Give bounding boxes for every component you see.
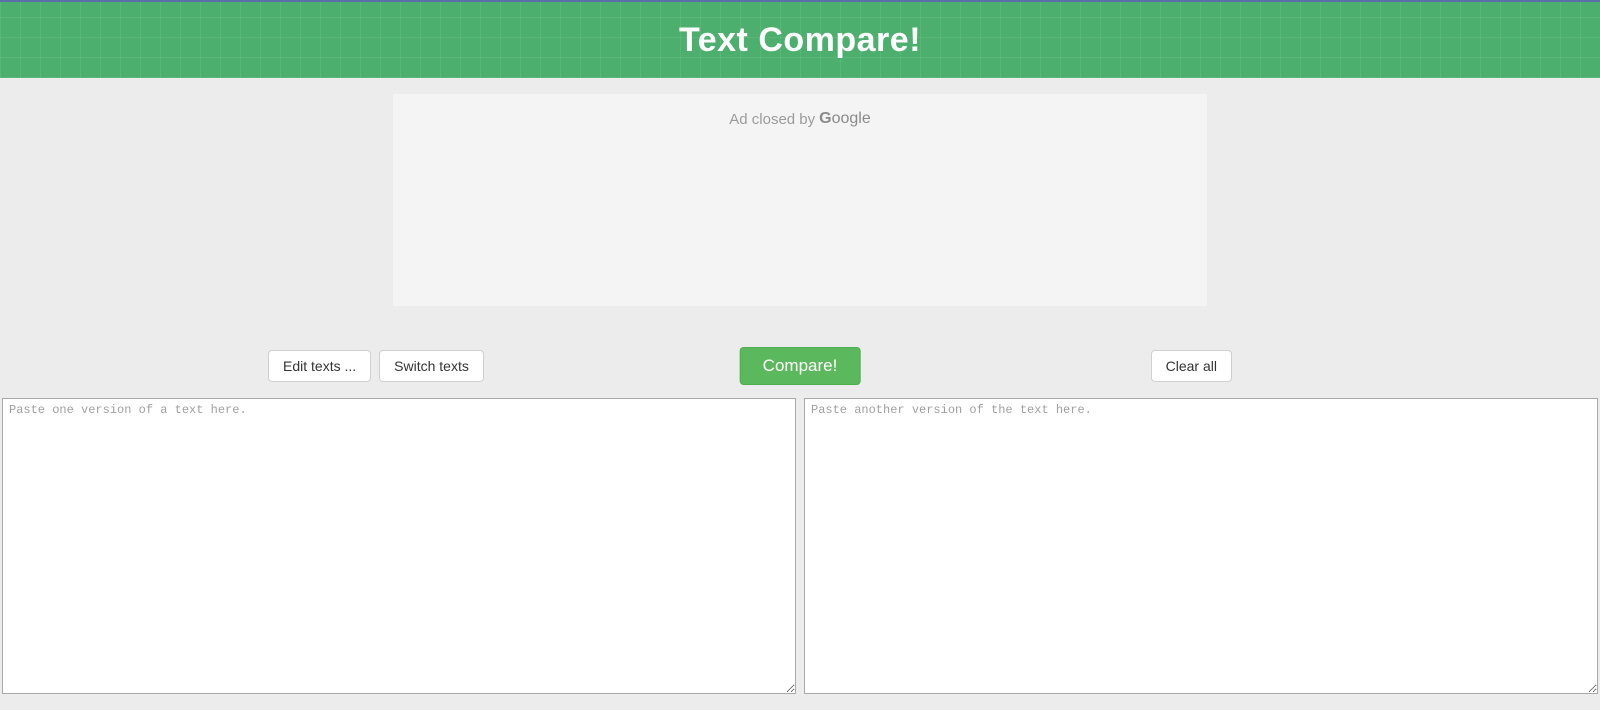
controls-center-group: Compare! — [740, 347, 861, 385]
compare-button[interactable]: Compare! — [740, 347, 861, 385]
clear-all-button[interactable]: Clear all — [1151, 350, 1232, 382]
ad-banner: Ad closed by Google — [393, 94, 1207, 306]
page-header: Text Compare! — [0, 0, 1600, 78]
right-text-input[interactable] — [804, 398, 1598, 694]
google-logo: Google — [819, 110, 871, 128]
textareas-container — [0, 398, 1600, 694]
page-title: Text Compare! — [679, 21, 921, 60]
ad-closed-prefix: Ad closed by — [729, 111, 815, 128]
left-text-input[interactable] — [2, 398, 796, 694]
controls-row: Edit texts ... Switch texts Compare! Cle… — [0, 346, 1600, 386]
controls-right-group: Clear all — [1151, 350, 1232, 382]
controls-left-group: Edit texts ... Switch texts — [268, 350, 484, 382]
switch-texts-button[interactable]: Switch texts — [379, 350, 484, 382]
ad-closed-text: Ad closed by Google — [729, 110, 871, 128]
edit-texts-button[interactable]: Edit texts ... — [268, 350, 371, 382]
